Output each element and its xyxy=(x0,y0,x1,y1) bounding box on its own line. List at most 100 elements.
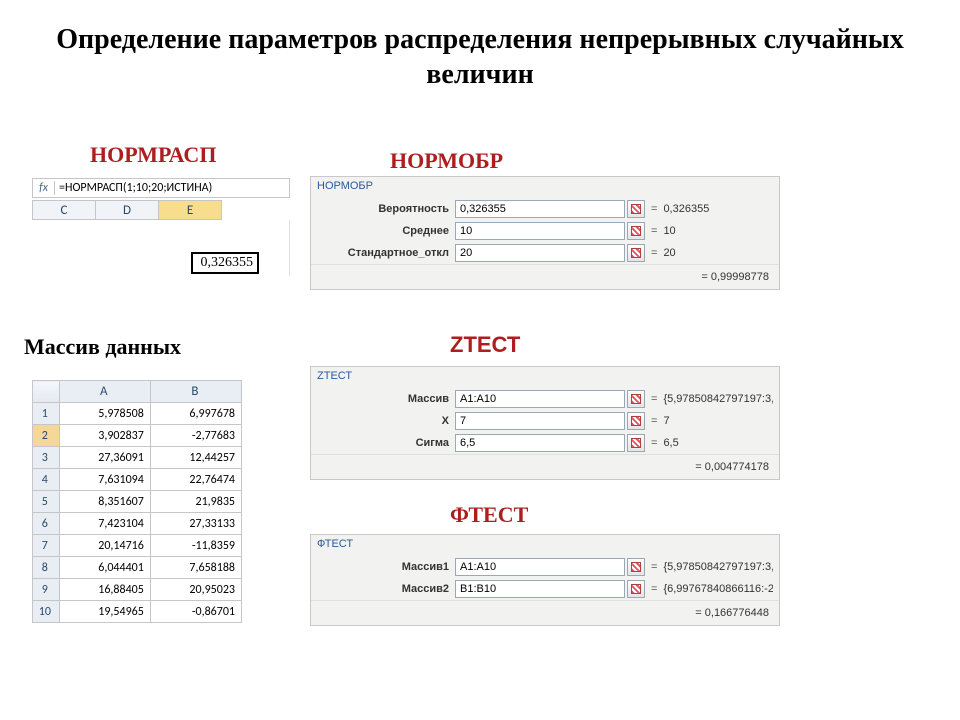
arg-resolved: 7 xyxy=(663,415,773,427)
fx-button[interactable]: fx xyxy=(33,181,55,195)
label-ftest: ФТЕСТ xyxy=(450,502,528,528)
cell[interactable]: 5,978508 xyxy=(59,403,150,425)
row-number[interactable]: 4 xyxy=(33,469,60,491)
arg-input[interactable]: 7 xyxy=(455,412,625,430)
equals-sign: = xyxy=(695,461,701,473)
equals-sign: = xyxy=(645,415,663,427)
cell[interactable]: -11,8359 xyxy=(150,535,241,557)
arg-row: Среднее 10 = 10 xyxy=(311,220,779,242)
table-row: 720,14716-11,8359 xyxy=(33,535,242,557)
result-value: 0,99998778 xyxy=(711,271,769,283)
row-number[interactable]: 7 xyxy=(33,535,60,557)
normobr-dialog: НОРМОБР Вероятность 0,326355 = 0,326355 … xyxy=(310,176,780,290)
dialog-result: = 0,99998778 xyxy=(311,264,779,289)
equals-sign: = xyxy=(645,225,663,237)
cell[interactable]: 7,423104 xyxy=(59,513,150,535)
label-ztest: ZТЕСТ xyxy=(450,332,520,358)
col-header-selected[interactable]: E xyxy=(158,200,222,220)
arg-row: Массив1 A1:A10 = {5,97850842797197:3,902… xyxy=(311,556,779,578)
cell[interactable]: -0,86701 xyxy=(150,601,241,623)
cell[interactable]: 22,76474 xyxy=(150,469,241,491)
cell[interactable]: 27,36091 xyxy=(59,447,150,469)
label-normobr: НОРМОБР xyxy=(390,148,503,174)
arg-row: Сигма 6,5 = 6,5 xyxy=(311,432,779,454)
range-picker-icon[interactable] xyxy=(627,558,645,576)
row-number[interactable]: 1 xyxy=(33,403,60,425)
col-header[interactable]: D xyxy=(95,200,159,220)
range-picker-icon[interactable] xyxy=(627,390,645,408)
arg-row: Стандартное_откл 20 = 20 xyxy=(311,242,779,264)
cell[interactable]: 12,44257 xyxy=(150,447,241,469)
row-number[interactable]: 2 xyxy=(33,425,60,447)
cell[interactable]: 27,33133 xyxy=(150,513,241,535)
arg-resolved: 0,326355 xyxy=(663,203,773,215)
arg-label: Вероятность xyxy=(317,203,455,215)
result-value: 0,166776448 xyxy=(705,607,769,619)
cell[interactable]: 21,9835 xyxy=(150,491,241,513)
cell[interactable]: 20,14716 xyxy=(59,535,150,557)
cell[interactable]: -2,77683 xyxy=(150,425,241,447)
arg-input[interactable]: 10 xyxy=(455,222,625,240)
range-picker-icon[interactable] xyxy=(627,200,645,218)
arg-input[interactable]: 20 xyxy=(455,244,625,262)
col-header[interactable]: C xyxy=(32,200,96,220)
range-picker-icon[interactable] xyxy=(627,222,645,240)
table-corner[interactable] xyxy=(33,381,60,403)
table-row: 58,35160721,9835 xyxy=(33,491,242,513)
table-row: 47,63109422,76474 xyxy=(33,469,242,491)
table-row: 23,902837-2,77683 xyxy=(33,425,242,447)
equals-sign: = xyxy=(701,271,707,283)
cell[interactable]: 7,631094 xyxy=(59,469,150,491)
result-value: 0,004774178 xyxy=(705,461,769,473)
formula-bar: fx =НОРМРАСП(1;10;20;ИСТИНА) xyxy=(32,178,290,198)
cell[interactable]: 3,902837 xyxy=(59,425,150,447)
arg-row: Вероятность 0,326355 = 0,326355 xyxy=(311,198,779,220)
arg-input[interactable]: 6,5 xyxy=(455,434,625,452)
arg-resolved: 6,5 xyxy=(663,437,773,449)
formula-text[interactable]: =НОРМРАСП(1;10;20;ИСТИНА) xyxy=(55,181,289,195)
column-headers: C D E xyxy=(32,200,290,220)
arg-label: Стандартное_откл xyxy=(317,247,455,259)
cell[interactable]: 6,044401 xyxy=(59,557,150,579)
range-picker-icon[interactable] xyxy=(627,412,645,430)
label-data-array: Массив данных xyxy=(24,334,181,360)
normrasp-result-cell[interactable]: 0,326355 xyxy=(191,252,259,274)
range-picker-icon[interactable] xyxy=(627,580,645,598)
dialog-title: ФТЕСТ xyxy=(311,535,779,556)
page-title: Определение параметров распределения неп… xyxy=(0,0,960,100)
row-number[interactable]: 10 xyxy=(33,601,60,623)
arg-input[interactable]: A1:A10 xyxy=(455,390,625,408)
cell[interactable]: 20,95023 xyxy=(150,579,241,601)
row-number[interactable]: 3 xyxy=(33,447,60,469)
dialog-title: ZТЕСТ xyxy=(311,367,779,388)
arg-resolved: 20 xyxy=(663,247,773,259)
arg-input[interactable]: 0,326355 xyxy=(455,200,625,218)
cell[interactable]: 8,351607 xyxy=(59,491,150,513)
arg-resolved: {5,97850842797197:3,90283688221: xyxy=(663,393,773,405)
table-row: 67,42310427,33133 xyxy=(33,513,242,535)
cell[interactable]: 19,54965 xyxy=(59,601,150,623)
data-table: A B 15,9785086,997678 23,902837-2,77683 … xyxy=(32,380,242,623)
equals-sign: = xyxy=(645,247,663,259)
range-picker-icon[interactable] xyxy=(627,434,645,452)
arg-input[interactable]: B1:B10 xyxy=(455,580,625,598)
row-number[interactable]: 6 xyxy=(33,513,60,535)
arg-resolved: {6,99767840866116:-2,7768316815... xyxy=(663,583,773,595)
label-normrasp: НОРМРАСП xyxy=(90,142,216,168)
cell[interactable]: 16,88405 xyxy=(59,579,150,601)
col-header[interactable]: B xyxy=(150,381,241,403)
dialog-result: = 0,004774178 xyxy=(311,454,779,479)
cell[interactable]: 7,658188 xyxy=(150,557,241,579)
arg-label: Сигма xyxy=(317,437,455,449)
row-number[interactable]: 9 xyxy=(33,579,60,601)
arg-input[interactable]: A1:A10 xyxy=(455,558,625,576)
equals-sign: = xyxy=(645,393,663,405)
col-header[interactable]: A xyxy=(59,381,150,403)
row-number[interactable]: 8 xyxy=(33,557,60,579)
dialog-result: = 0,166776448 xyxy=(311,600,779,625)
table-row: 916,8840520,95023 xyxy=(33,579,242,601)
dialog-title: НОРМОБР xyxy=(311,177,779,198)
cell[interactable]: 6,997678 xyxy=(150,403,241,425)
range-picker-icon[interactable] xyxy=(627,244,645,262)
row-number[interactable]: 5 xyxy=(33,491,60,513)
